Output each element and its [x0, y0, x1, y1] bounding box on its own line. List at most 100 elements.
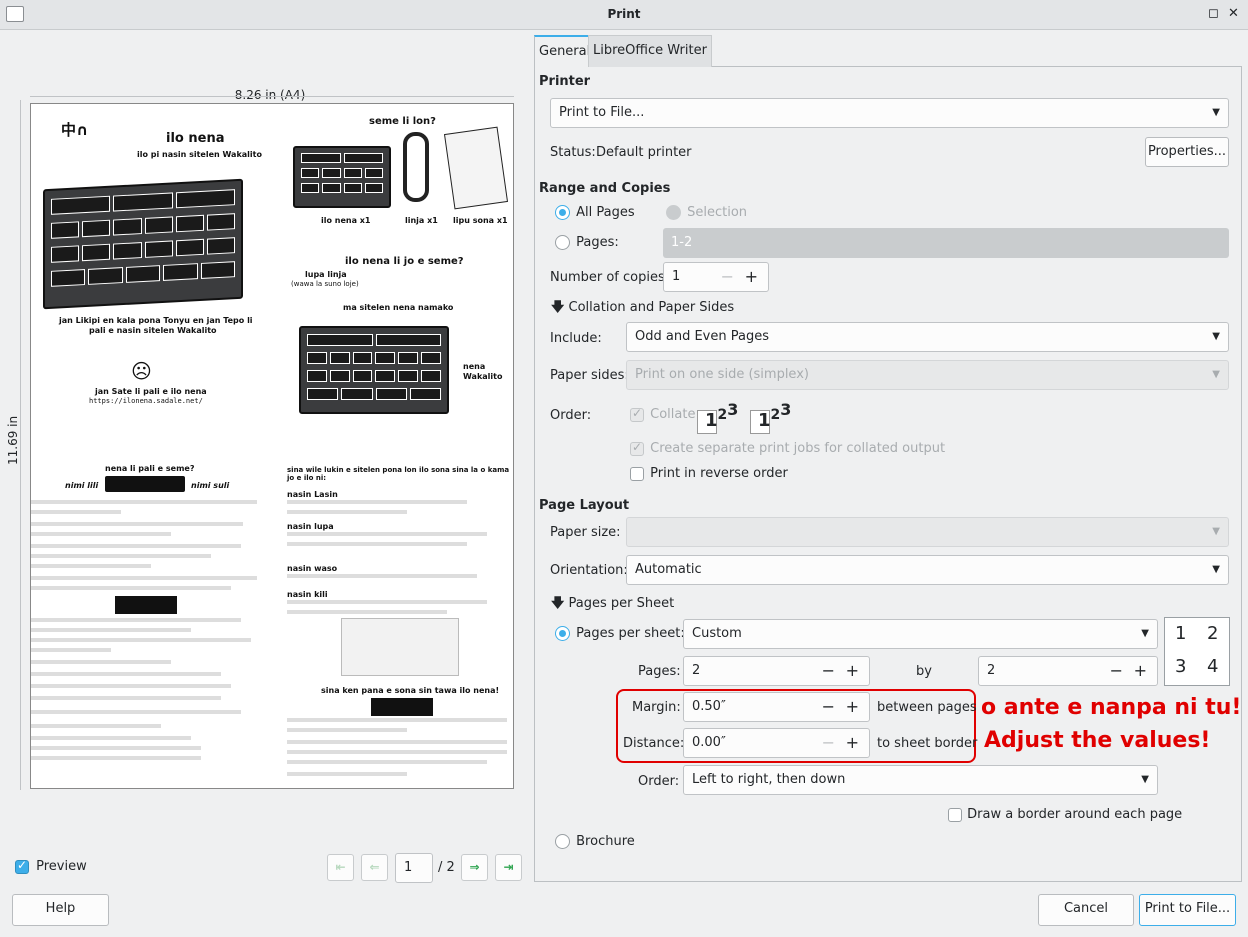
tab-general[interactable]: General	[534, 35, 596, 67]
brochure-option[interactable]: Brochure	[555, 834, 635, 849]
pps-select[interactable]: Custom ▼	[683, 619, 1158, 649]
plus-icon[interactable]: +	[846, 657, 859, 685]
pages-x-stepper[interactable]: 2 − +	[683, 656, 870, 686]
printer-select[interactable]: Print to File... ▼	[550, 98, 1229, 128]
title-bar: Print ◻ ✕	[0, 0, 1248, 30]
all-pages-radio[interactable]	[555, 205, 570, 220]
plus-icon[interactable]: +	[1134, 657, 1147, 685]
preview-nasin-kili: nasin kili	[287, 590, 328, 599]
grid-cell-3: 3	[1175, 656, 1187, 677]
plus-icon[interactable]: +	[846, 693, 859, 721]
selection-label: Selection	[687, 205, 748, 220]
margin-label: Margin:	[632, 700, 681, 715]
border-option[interactable]: Draw a border around each page	[948, 807, 1182, 822]
annotation-line-1: o ante e nanpa ni tu!	[981, 695, 1242, 720]
collate-option[interactable]: Collate	[630, 406, 695, 422]
pps-value: Custom	[692, 626, 742, 641]
pages-option[interactable]: Pages:	[555, 235, 619, 250]
separate-jobs-checkbox[interactable]	[630, 440, 644, 456]
brochure-label: Brochure	[576, 834, 635, 849]
preview-credits-2: pali e nasin sitelen Wakalito	[89, 326, 217, 335]
preview-face-icon: ☹	[131, 359, 152, 383]
preview-screen-label: ma sitelen	[343, 303, 391, 312]
preview-nasin-lasin: nasin Lasin	[287, 490, 338, 499]
border-checkbox[interactable]	[948, 807, 962, 822]
annotation-line-2: Adjust the values!	[984, 728, 1211, 753]
preview-keys-label-1: nena	[463, 362, 486, 371]
preview-q2: ilo nena li jo e seme?	[345, 256, 464, 267]
paper-size-select[interactable]: ▼	[626, 517, 1229, 547]
margin-value: 0.50″	[692, 699, 726, 714]
minus-icon[interactable]: −	[822, 693, 835, 721]
prev-page-button[interactable]: ⇐	[361, 854, 388, 881]
collate-icon: 123	[697, 400, 743, 434]
properties-button[interactable]: Properties...	[1145, 137, 1229, 167]
reverse-order-label: Print in reverse order	[650, 466, 788, 481]
minus-icon[interactable]: −	[721, 263, 734, 291]
preview-black-key	[115, 596, 177, 614]
page-total-label: / 2	[438, 860, 455, 875]
border-label: Draw a border around each page	[967, 807, 1183, 822]
chevron-down-icon: ▼	[1212, 331, 1220, 342]
preview-checkbox[interactable]	[15, 858, 29, 874]
reverse-order-checkbox[interactable]	[630, 466, 644, 481]
next-page-button[interactable]: ⇒	[461, 854, 488, 881]
page-height-label: 11.69 in	[6, 415, 20, 465]
distance-label: Distance:	[623, 736, 685, 751]
paper-sides-select[interactable]: Print on one side (simplex) ▼	[626, 360, 1229, 390]
brochure-radio[interactable]	[555, 834, 570, 849]
preview-glyph: 中∩	[61, 121, 89, 139]
plus-icon[interactable]: +	[745, 263, 758, 291]
collation-toggle-label: Collation and Paper Sides	[568, 300, 735, 315]
page-number-input[interactable]: 1	[395, 853, 433, 883]
preview-menu-screenshot	[341, 618, 459, 676]
help-button[interactable]: Help	[12, 894, 109, 926]
close-icon[interactable]: ✕	[1228, 6, 1239, 21]
selection-option[interactable]: Selection	[666, 205, 747, 220]
layout-order-select[interactable]: Left to right, then down ▼	[683, 765, 1158, 795]
pps-option[interactable]: Pages per sheet:	[555, 626, 685, 641]
collate-checkbox[interactable]	[630, 406, 644, 422]
chevron-down-icon: ▼	[1212, 564, 1220, 575]
print-preview-page: 中∩ ilo nena ilo pi nasin sitelen Wakalit…	[30, 103, 514, 789]
preview-label: Preview	[36, 859, 87, 874]
minus-icon[interactable]: −	[1110, 657, 1123, 685]
last-page-button[interactable]: ⇥	[495, 854, 522, 881]
preview-kit-keyboard	[293, 146, 391, 208]
distance-stepper[interactable]: 0.00″ − +	[683, 728, 870, 758]
cancel-button[interactable]: Cancel	[1038, 894, 1134, 926]
orientation-select[interactable]: Automatic ▼	[626, 555, 1229, 585]
plus-icon[interactable]: +	[846, 729, 859, 757]
preview-nimi-lili: nimi lili	[65, 481, 99, 490]
reverse-order-option[interactable]: Print in reverse order	[630, 466, 788, 481]
include-select[interactable]: Odd and Even Pages ▼	[626, 322, 1229, 352]
collation-toggle[interactable]: 🡇 Collation and Paper Sides	[551, 298, 734, 320]
copies-stepper[interactable]: 1 − +	[663, 262, 769, 292]
preview-black-block	[371, 698, 433, 716]
all-pages-option[interactable]: All Pages	[555, 205, 635, 220]
selection-radio[interactable]	[666, 205, 681, 220]
chevron-down-icon: ▼	[1141, 628, 1149, 639]
margin-stepper[interactable]: 0.50″ − +	[683, 692, 870, 722]
pages-radio[interactable]	[555, 235, 570, 250]
minus-icon[interactable]: −	[822, 729, 835, 757]
pages-y-stepper[interactable]: 2 − +	[978, 656, 1158, 686]
pps-toggle[interactable]: 🡇 Pages per Sheet	[551, 594, 674, 616]
preview-toggle[interactable]: Preview	[15, 858, 87, 874]
preview-nimi-suli: nimi suli	[191, 481, 230, 490]
copies-label: Number of copies:	[550, 270, 670, 285]
preview-url: https://ilonena.sadale.net/	[89, 397, 203, 405]
minus-icon[interactable]: −	[822, 657, 835, 685]
first-page-button[interactable]: ⇤	[327, 854, 354, 881]
width-ruler	[30, 96, 514, 97]
pps-radio[interactable]	[555, 626, 570, 641]
pages-range-input[interactable]: 1-2	[663, 228, 1229, 258]
print-to-file-button[interactable]: Print to File...	[1139, 894, 1236, 926]
maximize-icon[interactable]: ◻	[1208, 6, 1219, 21]
grid-cell-4: 4	[1207, 656, 1219, 677]
tab-libreoffice-writer[interactable]: LibreOffice Writer	[588, 35, 712, 67]
status-label: Status:	[550, 145, 596, 160]
preview-q3: nena li pali e seme?	[105, 464, 195, 473]
separate-jobs-option[interactable]: Create separate print jobs for collated …	[630, 440, 945, 456]
preview-keyboard-image	[43, 178, 243, 310]
